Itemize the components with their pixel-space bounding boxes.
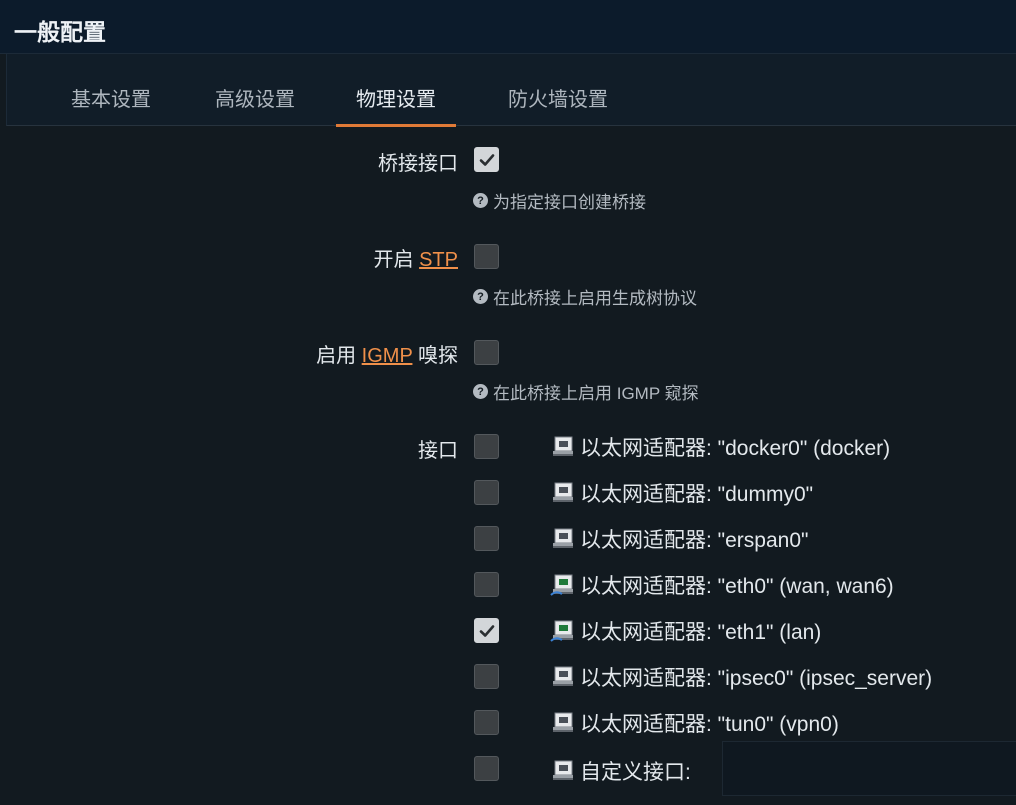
stp-help: ? 在此桥接上启用生成树协议: [473, 284, 697, 309]
interface-text: 以太网适配器: "dummy0": [580, 483, 814, 506]
tabs-bar: 基本设置 高级设置 物理设置 防火墙设置: [6, 54, 1016, 127]
interface-checkbox[interactable]: [474, 618, 499, 643]
help-icon: ?: [473, 193, 488, 208]
ethernet-port-icon: [553, 528, 573, 548]
bridge-help: ? 为指定接口创建桥接: [473, 188, 646, 213]
custom-interface-checkbox[interactable]: [474, 756, 499, 781]
interface-text: 以太网适配器: "ipsec0" (ipsec_server): [580, 667, 933, 690]
tab-basic-settings[interactable]: 基本设置: [61, 54, 161, 126]
bridge-label: 桥接接口: [378, 153, 458, 175]
ethernet-port-icon: [553, 712, 573, 732]
help-icon: ?: [473, 384, 488, 399]
interface-label: 以太网适配器: "ipsec0" (ipsec_server): [550, 662, 932, 692]
igmp-label-prefix: 启用: [316, 345, 362, 367]
ethernet-port-connected-icon: [550, 620, 573, 642]
interface-text: 以太网适配器: "tun0" (vpn0): [580, 713, 839, 736]
help-icon: ?: [473, 289, 488, 304]
interface-checkbox[interactable]: [474, 710, 499, 735]
stp-label: 开启 STP: [374, 243, 458, 272]
interface-text: 以太网适配器: "erspan0": [580, 529, 809, 552]
ethernet-port-icon: [553, 436, 573, 456]
interface-checkbox[interactable]: [474, 526, 499, 551]
interface-text: 以太网适配器: "docker0" (docker): [580, 437, 891, 460]
bridge-help-text: 为指定接口创建桥接: [493, 193, 646, 212]
ethernet-port-icon: [553, 760, 573, 780]
ethernet-port-icon: [553, 666, 573, 686]
interface-label: 以太网适配器: "erspan0": [550, 524, 808, 554]
interface-checkbox[interactable]: [474, 434, 499, 459]
interface-label: 以太网适配器: "docker0" (docker): [550, 432, 890, 462]
section-title: 一般配置: [14, 19, 106, 45]
custom-interface-input[interactable]: [722, 741, 1016, 796]
interface-label: 以太网适配器: "dummy0": [550, 478, 813, 508]
interface-text: 以太网适配器: "eth1" (lan): [580, 621, 822, 644]
tab-firewall-settings[interactable]: 防火墙设置: [493, 54, 623, 126]
igmp-link[interactable]: IGMP: [362, 345, 413, 367]
interface-checkbox[interactable]: [474, 572, 499, 597]
stp-link[interactable]: STP: [419, 249, 458, 271]
stp-checkbox[interactable]: [474, 244, 499, 269]
interface-checkbox[interactable]: [474, 480, 499, 505]
stp-label-prefix: 开启: [373, 249, 420, 271]
section-header: 一般配置: [0, 0, 1016, 54]
interface-label: 以太网适配器: "eth1" (lan): [550, 616, 821, 646]
interface-label: 以太网适配器: "tun0" (vpn0): [550, 708, 839, 738]
ethernet-port-connected-icon: [550, 574, 573, 596]
interface-checkbox[interactable]: [474, 664, 499, 689]
stp-help-text: 在此桥接上启用生成树协议: [493, 289, 697, 308]
interface-label: 以太网适配器: "eth0" (wan, wan6): [550, 570, 894, 600]
igmp-help-text: 在此桥接上启用 IGMP 窥探: [493, 384, 699, 403]
igmp-checkbox[interactable]: [474, 340, 499, 365]
tab-physical-settings[interactable]: 物理设置: [336, 54, 456, 127]
igmp-help: ? 在此桥接上启用 IGMP 窥探: [473, 379, 699, 404]
bridge-checkbox[interactable]: [474, 147, 499, 172]
custom-interface-text: 自定义接口:: [580, 761, 691, 784]
tab-advanced-settings[interactable]: 高级设置: [205, 54, 305, 126]
interface-text: 以太网适配器: "eth0" (wan, wan6): [580, 575, 894, 598]
igmp-label: 启用 IGMP 嗅探: [316, 339, 458, 368]
custom-interface-label: 自定义接口:: [550, 756, 691, 786]
interfaces-label: 接口: [418, 440, 458, 462]
ethernet-port-icon: [553, 482, 573, 502]
igmp-label-suffix: 嗅探: [412, 345, 458, 367]
